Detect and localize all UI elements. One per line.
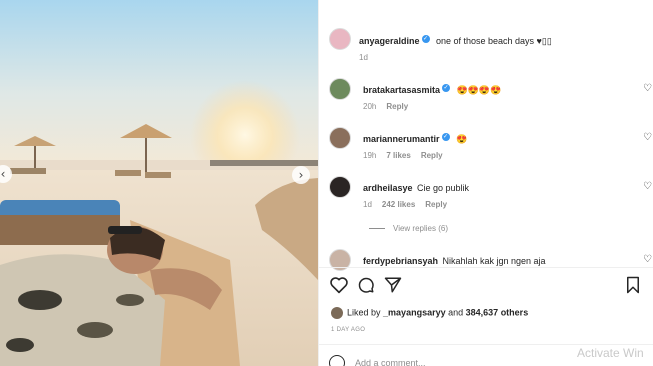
chevron-left-icon: ‹	[0, 167, 6, 181]
comment-row: bratakartasasmita ✓ 😍😍😍😍	[363, 80, 501, 98]
caption-row: anyageraldine ✓ one of those beach days ♥…	[359, 31, 552, 49]
comment-meta: 20h Reply	[363, 102, 408, 111]
like-heart-icon[interactable]	[329, 276, 349, 294]
reply-link[interactable]: Reply	[421, 151, 443, 160]
likes-summary: Liked by _mayangsaryy and 384,637 others	[331, 307, 528, 319]
verified-badge-icon: ✓	[421, 35, 430, 44]
comment-username[interactable]: ferdypebriansyah	[363, 256, 438, 266]
comment-time: 20h	[363, 102, 377, 111]
comments-panel: anyageraldine ✓ one of those beach days ♥…	[318, 0, 653, 366]
view-replies-button[interactable]: View replies (6)	[369, 224, 448, 233]
comment-meta: 19h 7 likes Reply	[363, 151, 443, 160]
author-username[interactable]: anyageraldine	[359, 36, 420, 46]
post-photo[interactable]: ‹ ›	[0, 0, 318, 366]
add-comment-input[interactable]: Add a comment...	[355, 358, 426, 366]
caption-time: 1d	[359, 53, 368, 62]
comment-bubble-icon[interactable]	[357, 276, 375, 294]
comment-text: 😍	[455, 134, 468, 144]
next-image-button[interactable]: ›	[292, 166, 310, 184]
commenter-avatar[interactable]	[329, 127, 351, 149]
replies-divider-line	[369, 228, 385, 230]
comment-meta: 1d 242 likes Reply	[363, 200, 447, 209]
comment-text: Cie go publik	[416, 183, 470, 193]
verified-badge-icon: ✓	[442, 84, 451, 93]
likes-count[interactable]: 384,637 others	[466, 307, 529, 317]
comment-likes[interactable]: 242 likes	[382, 200, 415, 209]
author-avatar[interactable]	[329, 28, 351, 50]
like-comment-heart-icon[interactable]: ♡	[643, 83, 652, 94]
comment-time: 1d	[363, 200, 372, 209]
chevron-right-icon: ›	[298, 168, 304, 182]
commenter-avatar[interactable]	[329, 78, 351, 100]
comment-username[interactable]: mariannerumantir	[363, 134, 440, 144]
liked-by-user[interactable]: _mayangsaryy	[383, 307, 446, 317]
post-time-ago[interactable]: 1 DAY AGO	[331, 327, 365, 333]
share-paper-plane-icon[interactable]	[384, 276, 402, 294]
caption-text: one of those beach days ♥▯▯	[435, 36, 552, 46]
comment-likes[interactable]: 7 likes	[386, 151, 410, 160]
like-comment-heart-icon[interactable]: ♡	[643, 181, 652, 192]
comment-row: ardheilasye Cie go publik	[363, 178, 469, 196]
like-comment-heart-icon[interactable]: ♡	[643, 254, 652, 265]
beach-photo-image	[0, 0, 318, 366]
comment-time: 19h	[363, 151, 377, 160]
liked-by-prefix: Liked by	[347, 307, 381, 318]
comment-username[interactable]: bratakartasasmita	[363, 85, 440, 95]
comment-row: mariannerumantir ✓ 😍	[363, 129, 467, 147]
commenter-avatar[interactable]	[329, 176, 351, 198]
comment-username[interactable]: ardheilasye	[363, 183, 413, 193]
verified-badge-icon: ✓	[441, 133, 450, 142]
reply-link[interactable]: Reply	[386, 102, 408, 111]
like-comment-heart-icon[interactable]: ♡	[643, 132, 652, 143]
comment-text: Nikahlah kak jgn ngen aja	[442, 256, 546, 266]
liked-by-avatar[interactable]	[331, 307, 343, 319]
comment-text: 😍😍😍😍	[456, 85, 502, 95]
view-replies-label: View replies (6)	[393, 224, 448, 233]
save-bookmark-icon[interactable]	[625, 276, 641, 294]
action-bar	[329, 276, 653, 296]
reply-link[interactable]: Reply	[425, 200, 447, 209]
emoji-smiley-icon[interactable]	[329, 355, 345, 366]
liked-by-joiner: and	[448, 307, 464, 318]
activate-windows-watermark: Activate Win	[577, 346, 644, 360]
comment-box-divider	[319, 344, 653, 345]
actions-divider	[319, 267, 653, 268]
